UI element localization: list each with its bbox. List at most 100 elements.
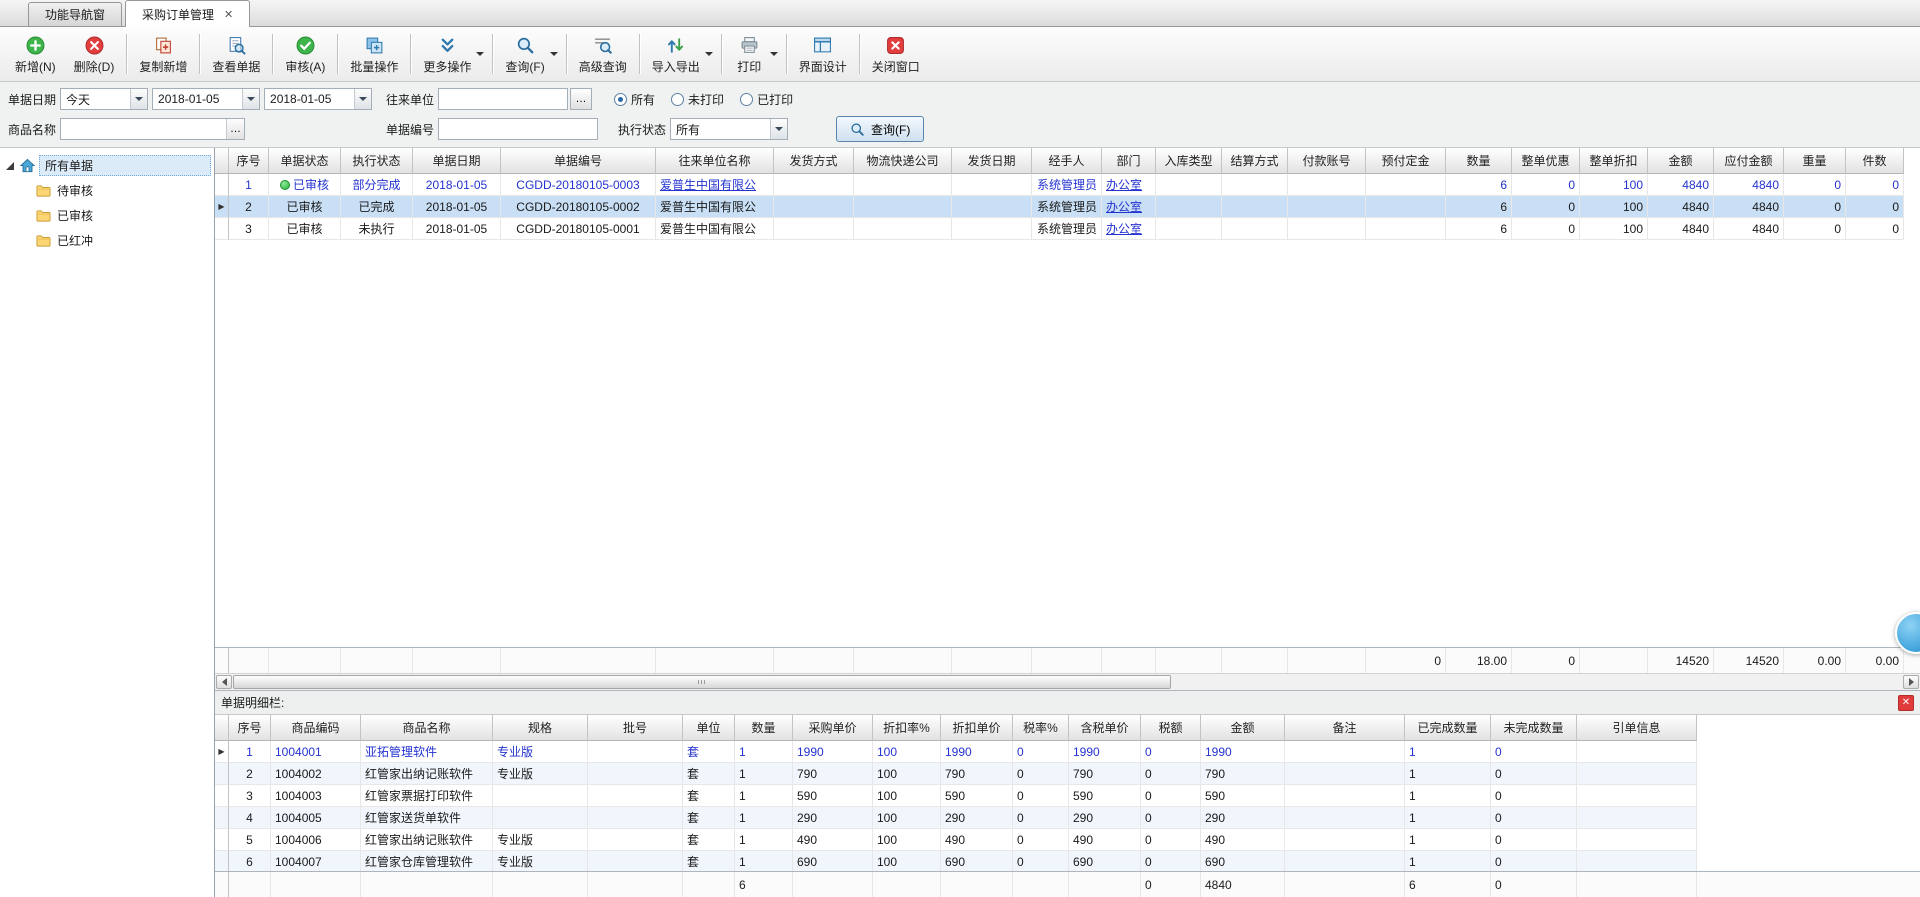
radio-unprinted[interactable]: 未打印 — [671, 91, 724, 108]
grid-cell[interactable] — [774, 174, 854, 196]
grid-cell[interactable]: 1990 — [793, 741, 873, 763]
grid-cell[interactable]: 0 — [1491, 741, 1577, 763]
grid-cell[interactable]: CGDD-20180105-0003 — [501, 174, 656, 196]
grid-cell[interactable]: 590 — [793, 785, 873, 807]
grid-cell[interactable]: 亚拓管理软件 — [361, 741, 493, 763]
grid-cell[interactable] — [854, 174, 952, 196]
grid-cell[interactable]: 1990 — [941, 741, 1013, 763]
grid-cell[interactable]: 红管家出纳记账软件 — [361, 763, 493, 785]
ui-design-button[interactable]: 界面设计 — [790, 29, 856, 79]
toolbar-query-button[interactable]: 查询(F) — [496, 29, 562, 79]
grid-cell[interactable]: 490 — [1201, 829, 1285, 851]
column-header[interactable]: 发货方式 — [774, 148, 854, 174]
column-header[interactable]: 应付金额 — [1714, 148, 1784, 174]
detail-row[interactable]: 21004002红管家出纳记账软件专业版套1790100790079007901… — [215, 763, 1697, 785]
grid-cell[interactable] — [1285, 851, 1405, 871]
column-header[interactable]: 执行状态 — [341, 148, 413, 174]
grid-cell[interactable] — [1222, 196, 1288, 218]
column-header[interactable]: 重量 — [1784, 148, 1846, 174]
grid-cell[interactable]: 1004001 — [271, 741, 361, 763]
batch-ops-button[interactable]: 批量操作 — [341, 29, 407, 79]
radio-printed[interactable]: 已打印 — [740, 91, 793, 108]
grid-cell[interactable]: 1004005 — [271, 807, 361, 829]
grid-cell[interactable]: 6 — [229, 851, 271, 871]
grid-cell[interactable]: 0 — [1013, 763, 1069, 785]
grid-cell[interactable]: 0 — [1512, 196, 1580, 218]
tab-function-nav[interactable]: 功能导航窗 — [28, 2, 122, 26]
print-button[interactable]: 打印 — [725, 29, 783, 79]
tree-item-audited[interactable]: 已审核 — [0, 203, 214, 228]
bill-no-input[interactable] — [438, 118, 598, 140]
grid-cell[interactable]: 1 — [735, 807, 793, 829]
grid-cell[interactable]: 0 — [1141, 763, 1201, 785]
grid-cell[interactable]: 0 — [1141, 807, 1201, 829]
grid-cell[interactable]: 6 — [1446, 218, 1512, 240]
grid-cell[interactable]: 290 — [941, 807, 1013, 829]
grid-cell[interactable]: 0 — [1141, 785, 1201, 807]
radio-all[interactable]: 所有 — [614, 91, 655, 108]
grid-cell[interactable]: 系统管理员 — [1032, 174, 1102, 196]
column-header[interactable]: 整单优惠 — [1512, 148, 1580, 174]
copy-create-button[interactable]: 复制新增 — [130, 29, 196, 79]
grid-cell[interactable] — [854, 218, 952, 240]
grid-cell[interactable]: 已完成 — [341, 196, 413, 218]
grid-cell[interactable]: 4840 — [1714, 174, 1784, 196]
audit-button[interactable]: 审核(A) — [276, 29, 334, 79]
chevron-down-icon[interactable] — [770, 119, 787, 139]
scroll-right-button[interactable] — [1903, 675, 1919, 689]
grid-cell[interactable] — [1285, 807, 1405, 829]
grid-cell[interactable] — [588, 807, 683, 829]
grid-cell[interactable]: 套 — [683, 763, 735, 785]
column-header[interactable]: 数量 — [1446, 148, 1512, 174]
grid-cell[interactable]: 790 — [1201, 763, 1285, 785]
grid-cell[interactable]: 4840 — [1714, 218, 1784, 240]
chevron-down-icon[interactable] — [130, 89, 147, 109]
grid-cell[interactable]: 0 — [1491, 851, 1577, 871]
grid-cell[interactable]: 690 — [793, 851, 873, 871]
grid-cell[interactable]: 1 — [1405, 807, 1491, 829]
scroll-left-button[interactable] — [216, 675, 232, 689]
more-ops-button[interactable]: 更多操作 — [414, 29, 489, 79]
grid-cell[interactable]: 专业版 — [493, 741, 588, 763]
grid-cell[interactable] — [1577, 807, 1697, 829]
column-header[interactable]: 引单信息 — [1577, 715, 1697, 741]
grid-cell[interactable]: 1 — [1405, 829, 1491, 851]
grid-cell[interactable] — [588, 851, 683, 871]
grid-cell[interactable]: 3 — [229, 785, 271, 807]
grid-cell[interactable]: 0 — [1491, 829, 1577, 851]
column-header[interactable]: 结算方式 — [1222, 148, 1288, 174]
grid-cell[interactable]: 4840 — [1714, 196, 1784, 218]
grid-cell[interactable]: 0 — [1512, 174, 1580, 196]
grid-cell[interactable] — [588, 763, 683, 785]
grid-cell[interactable]: 790 — [1069, 763, 1141, 785]
grid-cell[interactable]: 红管家仓库管理软件 — [361, 851, 493, 871]
grid-cell[interactable] — [1285, 829, 1405, 851]
grid-cell[interactable]: 2018-01-05 — [413, 174, 501, 196]
grid-cell[interactable]: 100 — [873, 807, 941, 829]
grid-cell[interactable]: 红管家票据打印软件 — [361, 785, 493, 807]
grid-cell[interactable]: 专业版 — [493, 763, 588, 785]
grid-cell[interactable] — [1577, 829, 1697, 851]
dropdown-caret-icon[interactable] — [705, 52, 713, 56]
grid-cell[interactable]: 790 — [941, 763, 1013, 785]
scrollbar-thumb[interactable] — [233, 675, 1171, 689]
grid-cell[interactable]: 100 — [873, 763, 941, 785]
grid-cell[interactable]: 办公室 — [1102, 196, 1156, 218]
column-header[interactable]: 单据状态 — [269, 148, 341, 174]
tree-item-red-flushed[interactable]: 已红冲 — [0, 228, 214, 253]
grid-cell[interactable]: 0 — [1491, 763, 1577, 785]
grid-cell[interactable]: 1004002 — [271, 763, 361, 785]
grid-cell[interactable]: 0 — [1784, 196, 1846, 218]
grid-cell[interactable]: 套 — [683, 829, 735, 851]
grid-cell[interactable]: 已审核 — [269, 218, 341, 240]
detail-row[interactable]: ▶11004001亚拓管理软件专业版套119901001990019900199… — [215, 741, 1697, 763]
grid-cell[interactable]: 1 — [735, 763, 793, 785]
grid-cell[interactable]: 6 — [1446, 174, 1512, 196]
grid-cell[interactable]: 100 — [873, 741, 941, 763]
grid-cell[interactable]: 0 — [1013, 785, 1069, 807]
grid-cell[interactable]: 部分完成 — [341, 174, 413, 196]
grid-cell[interactable]: 0 — [1491, 785, 1577, 807]
delete-button[interactable]: 删除(D) — [65, 29, 124, 79]
grid-cell[interactable] — [1288, 174, 1366, 196]
column-header[interactable]: 发货日期 — [952, 148, 1032, 174]
